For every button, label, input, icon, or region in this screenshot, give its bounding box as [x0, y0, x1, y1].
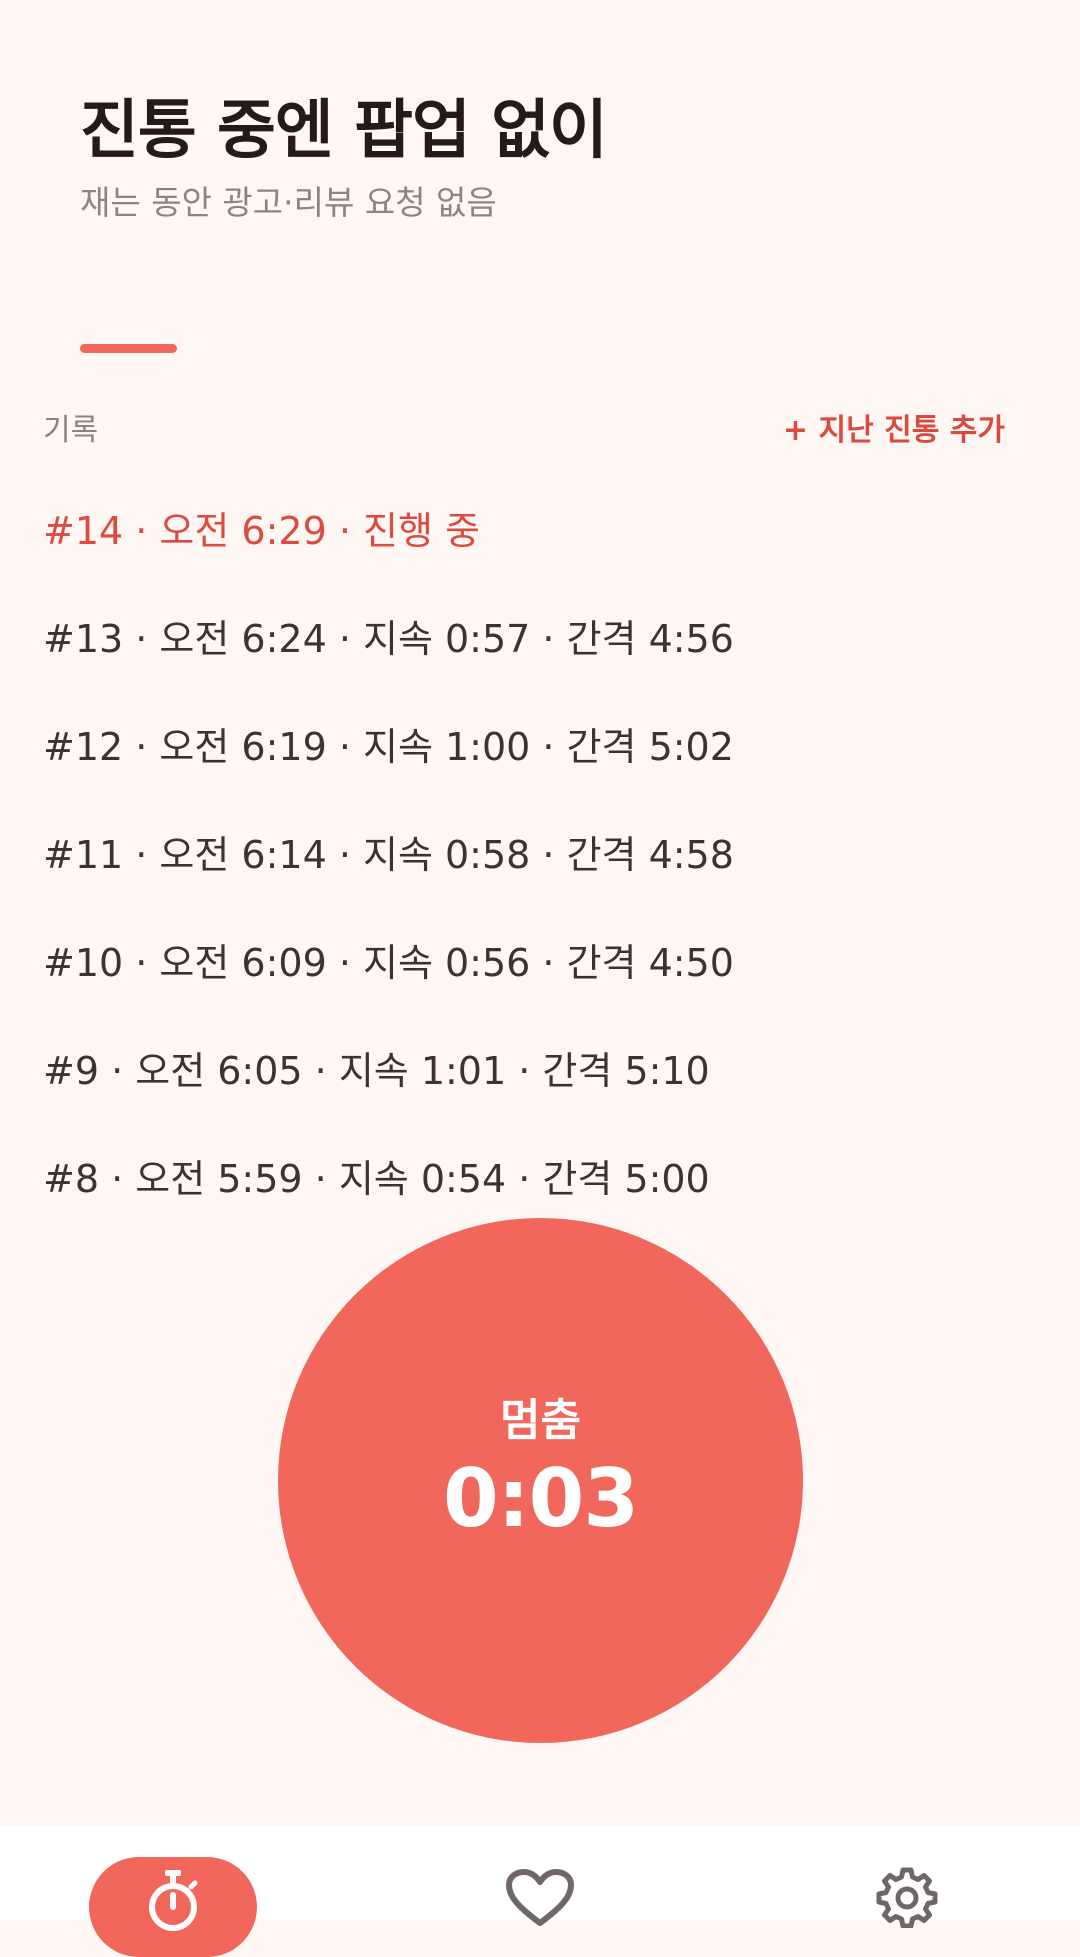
gear-icon [876, 1867, 938, 1929]
header: 진통 중엔 팝업 없이 재는 동안 광고·리뷰 요청 없음 [80, 86, 608, 226]
elapsed-time: 0:03 [443, 1451, 639, 1545]
record-item[interactable]: #11 · 오전 6:14 · 지속 0:58 · 간격 4:58 [43, 824, 1043, 932]
heart-icon [506, 1869, 574, 1926]
records-list: #14 · 오전 6:29 · 진행 중 #13 · 오전 6:24 · 지속 … [43, 500, 1043, 1256]
page-subtitle: 재는 동안 광고·리뷰 요청 없음 [80, 183, 497, 222]
stopwatch-icon [149, 1870, 198, 1931]
stop-timer-button[interactable]: 멈춤 0:03 [278, 1218, 803, 1743]
record-item[interactable]: #9 · 오전 6:05 · 지속 1:01 · 간격 5:10 [43, 1040, 1043, 1148]
records-section-header: 기록 + 지난 진통 추가 [43, 402, 1005, 452]
add-past-contraction-button[interactable]: + 지난 진통 추가 [783, 405, 1005, 449]
nav-item-timer[interactable] [89, 1857, 257, 1957]
record-item-active[interactable]: #14 · 오전 6:29 · 진행 중 [43, 500, 1043, 608]
records-section-label: 기록 [43, 413, 99, 448]
record-item[interactable]: #12 · 오전 6:19 · 지속 1:00 · 간격 5:02 [43, 716, 1043, 824]
accent-divider [80, 344, 177, 353]
page-title: 진통 중엔 팝업 없이 [80, 94, 608, 168]
nav-item-heart[interactable] [505, 1868, 575, 1926]
nav-item-settings[interactable] [876, 1866, 938, 1929]
record-item[interactable]: #13 · 오전 6:24 · 지속 0:57 · 간격 4:56 [43, 608, 1043, 716]
record-item[interactable]: #10 · 오전 6:09 · 지속 0:56 · 간격 4:50 [43, 932, 1043, 1040]
stop-label: 멈춤 [500, 1394, 581, 1446]
